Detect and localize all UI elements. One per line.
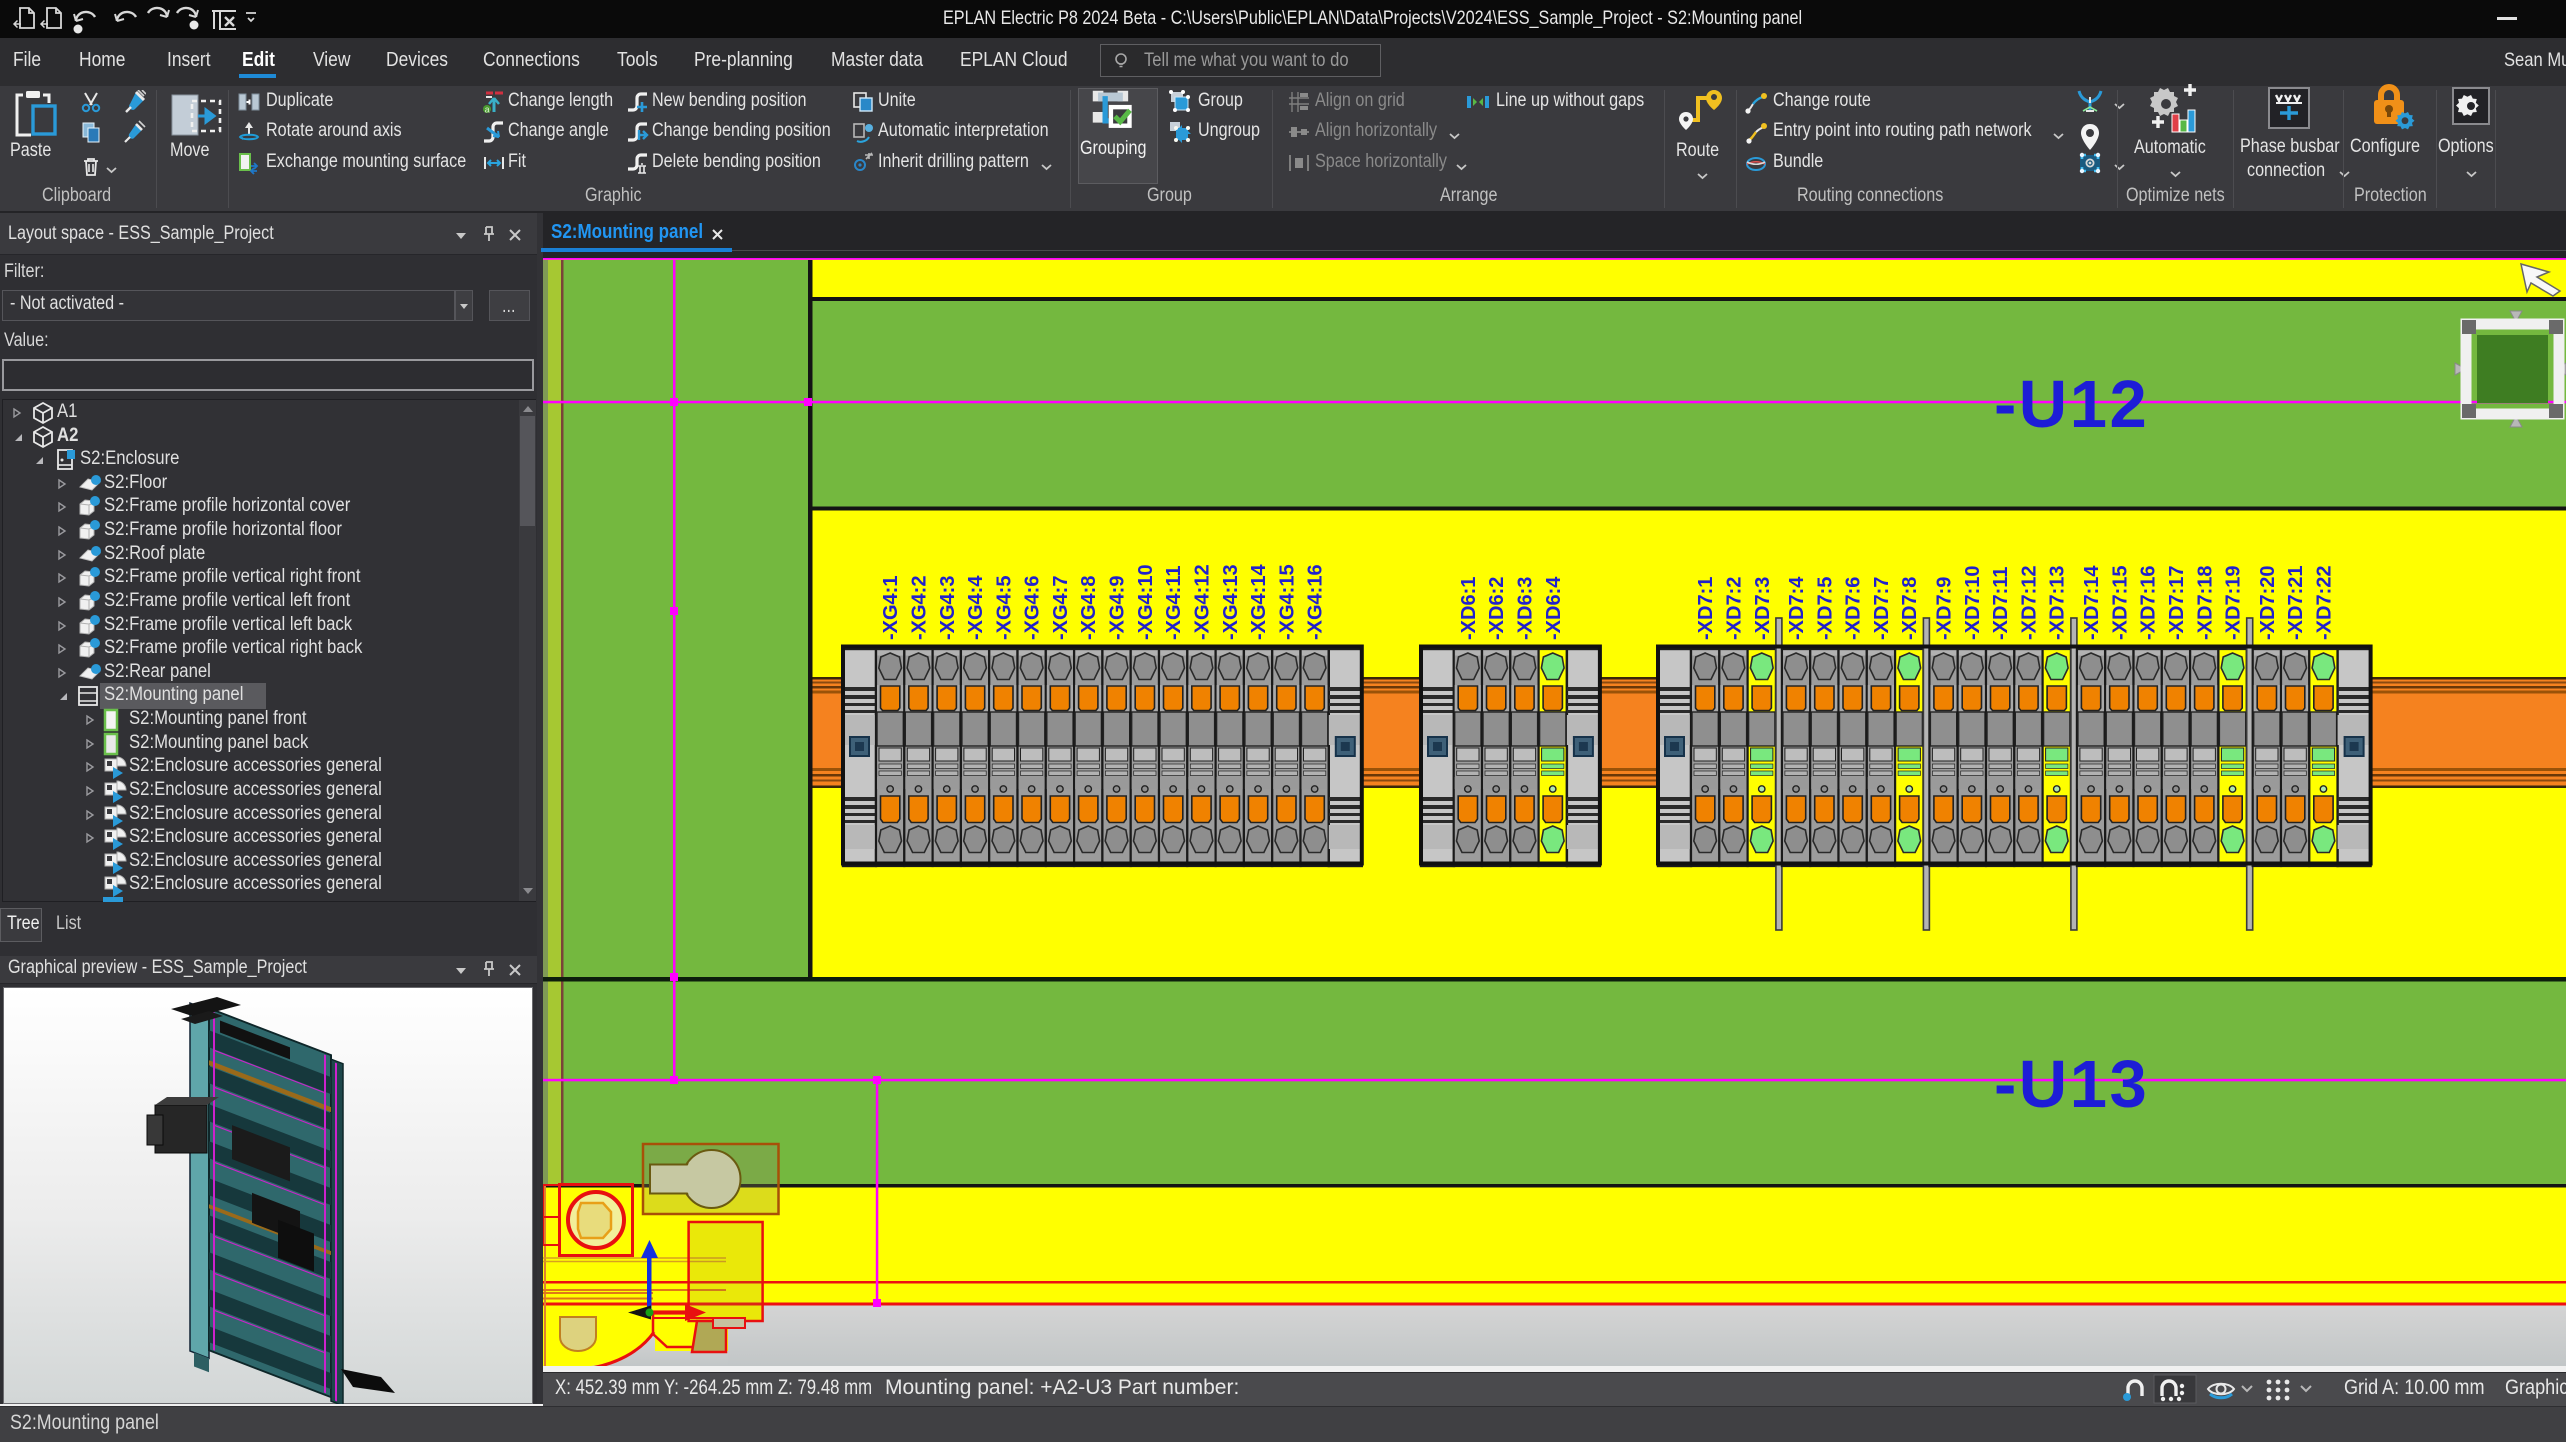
svg-text:-XD7:18: -XD7:18 [2194,566,2216,640]
svg-text:-XG4:14: -XG4:14 [1248,564,1270,640]
svg-text:-XG4:4: -XG4:4 [965,575,987,640]
svg-text:-XD7:14: -XD7:14 [2081,565,2103,640]
svg-text:-XD7:4: -XD7:4 [1786,576,1808,640]
svg-text:-XD7:20: -XD7:20 [2257,566,2279,640]
svg-text:-XD7:19: -XD7:19 [2223,566,2245,640]
svg-text:-XD7:16: -XD7:16 [2138,566,2160,640]
svg-text:-XD7:6: -XD7:6 [1843,577,1865,640]
svg-text:-XD7:3: -XD7:3 [1752,577,1774,640]
svg-text:-XD7:1: -XD7:1 [1695,577,1717,640]
svg-text:-XG4:11: -XG4:11 [1163,566,1185,640]
svg-text:-XD7:9: -XD7:9 [1934,577,1956,640]
svg-text:-XG4:1: -XG4:1 [880,576,902,640]
svg-text:-XG4:3: -XG4:3 [937,576,959,640]
svg-text:-U12: -U12 [1994,367,2149,442]
svg-text:-XD7:7: -XD7:7 [1871,577,1893,640]
svg-text:-XG4:15: -XG4:15 [1276,564,1298,640]
svg-text:-XD7:11: -XD7:11 [1990,567,2012,640]
svg-text:-XG4:13: -XG4:13 [1220,564,1242,640]
svg-text:-XD7:10: -XD7:10 [1962,566,1984,640]
svg-text:-XG4:9: -XG4:9 [1107,576,1129,640]
svg-text:-XD7:21: -XD7:21 [2285,566,2307,640]
svg-text:-XD7:5: -XD7:5 [1814,577,1836,640]
svg-text:-XG4:16: -XG4:16 [1305,564,1327,640]
svg-text:-XG4:10: -XG4:10 [1135,564,1157,640]
svg-text:-U13: -U13 [1994,1047,2149,1122]
svg-text:-XG4:2: -XG4:2 [908,576,930,640]
svg-text:-XG4:6: -XG4:6 [1022,576,1044,640]
svg-text:-XG4:12: -XG4:12 [1192,564,1214,640]
svg-text:-XD6:2: -XD6:2 [1486,577,1508,640]
svg-text:-XD7:2: -XD7:2 [1724,577,1746,640]
svg-text:-XD7:17: -XD7:17 [2166,566,2188,640]
svg-text:-XD6:1: -XD6:1 [1458,577,1480,640]
svg-text:-XD7:22: -XD7:22 [2314,566,2336,640]
svg-text:-XG4:5: -XG4:5 [993,576,1015,640]
svg-text:-XG4:8: -XG4:8 [1078,576,1100,640]
svg-text:-XD7:8: -XD7:8 [1899,577,1921,640]
svg-text:-XD6:4: -XD6:4 [1543,576,1565,640]
svg-text:-XG4:7: -XG4:7 [1050,576,1072,640]
svg-text:-XD7:13: -XD7:13 [2047,566,2069,640]
svg-text:-XD6:3: -XD6:3 [1515,577,1537,640]
svg-text:-XD7:12: -XD7:12 [2018,566,2040,640]
svg-text:a: a [485,105,490,115]
svg-text:-XD7:15: -XD7:15 [2109,566,2131,640]
